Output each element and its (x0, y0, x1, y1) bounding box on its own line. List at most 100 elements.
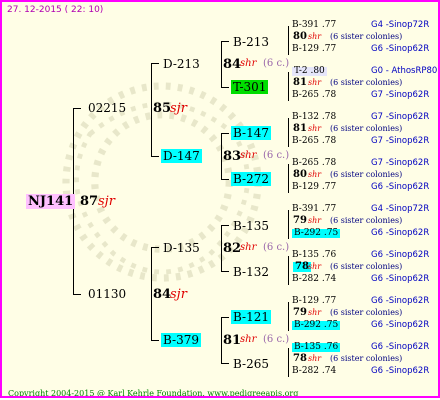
gen4-breed: shr (308, 262, 322, 271)
gen4-breed: shr (308, 32, 322, 41)
gen4-sister-count: (6 sister colonies) (330, 216, 403, 225)
gen4-bottom-queen[interactable]: B-129 .77 (292, 45, 336, 54)
gen4-top-queen[interactable]: B-135 .76 (292, 343, 341, 352)
gen4-top-origin: G7 -Sinop62R (371, 158, 430, 168)
gen2-year: 84 (223, 57, 242, 72)
gen4-top-origin: G6 -Sinop62R (371, 342, 430, 352)
root-queen-id[interactable]: NJ141 (26, 194, 76, 209)
gen2-year: 81 (223, 333, 242, 348)
root-year: 87 (80, 194, 99, 209)
date-stamp: 27. 12-2015 ( 22: 10) (7, 5, 104, 15)
gen2-sister-count: (6 c.) (263, 58, 290, 69)
gen4-sister-count: (6 sister colonies) (330, 32, 403, 41)
gen4-top-origin: G7 -Sinop62R (371, 112, 430, 122)
gen4-bottom-origin: G6 -Sinop62R (371, 228, 430, 238)
connector-line (73, 108, 81, 109)
gen3-queen-id[interactable]: B-265 (233, 358, 269, 370)
gen3-queen-id[interactable]: B-121 (231, 310, 271, 324)
gen1-queen-id[interactable]: 01130 (88, 288, 126, 300)
gen4-top-queen[interactable]: B-391 .77 (292, 21, 336, 30)
connector-line (151, 63, 159, 64)
gen2-breed: shr (240, 242, 257, 253)
gen4-bottom-queen[interactable]: B-292 .75 (292, 229, 341, 238)
gen3-queen-id[interactable]: B-147 (231, 126, 271, 140)
gen4-bottom-queen[interactable]: B-265 .78 (292, 91, 336, 100)
gen3-queen-id[interactable]: B-135 (233, 220, 269, 232)
connector-line (151, 156, 159, 157)
connector-line (221, 225, 222, 271)
gen2-sister-count: (6 c.) (263, 150, 290, 161)
connector-line (221, 225, 229, 226)
connector-line (288, 26, 289, 55)
connector-line (151, 247, 152, 340)
gen4-sister-count: (6 sister colonies) (330, 170, 403, 179)
gen1-breed: sjr (170, 287, 187, 302)
root-breed: sjr (98, 194, 115, 209)
gen4-top-queen[interactable]: B-391 .77 (292, 205, 336, 214)
gen4-sister-count: (6 sister colonies) (330, 354, 403, 363)
gen4-sister-count: (6 sister colonies) (330, 308, 403, 317)
gen1-year: 85 (153, 101, 172, 116)
copyright-footer: Copyright 2004-2015 @ Karl Kehrle Founda… (8, 389, 299, 398)
gen2-queen-id[interactable]: D-147 (161, 149, 202, 163)
gen1-breed: sjr (170, 101, 187, 116)
connector-line (221, 179, 229, 180)
gen4-top-queen[interactable]: B-132 .78 (292, 113, 336, 122)
gen4-top-origin: G0 - AthosRP80R (371, 66, 440, 76)
gen4-top-origin: G4 -Sinop72R (371, 20, 430, 30)
gen4-top-queen[interactable]: T-2 .80 (292, 67, 327, 76)
connector-line (288, 118, 289, 147)
connector-line (288, 302, 289, 331)
gen2-queen-id[interactable]: B-379 (161, 333, 201, 347)
connector-line (221, 317, 229, 318)
gen2-sister-count: (6 c.) (263, 242, 290, 253)
gen1-queen-id[interactable]: 02215 (88, 102, 126, 114)
connector-line (221, 41, 229, 42)
connector-line (221, 41, 222, 87)
gen2-sister-count: (6 c.) (263, 334, 290, 345)
gen4-breed: shr (308, 78, 322, 87)
gen3-queen-id[interactable]: B-272 (231, 172, 271, 186)
gen4-breed: shr (308, 170, 322, 179)
gen4-bottom-queen[interactable]: B-292 .75 (292, 321, 341, 330)
gen4-bottom-queen[interactable]: B-265 .78 (292, 137, 336, 146)
gen4-sister-count: (6 sister colonies) (330, 78, 403, 87)
connector-line (221, 363, 229, 364)
gen4-year: 80 (293, 169, 307, 180)
gen4-year: 81 (293, 123, 307, 134)
gen4-bottom-origin: G6 -Sinop62R (371, 274, 430, 284)
gen4-bottom-origin: G7 -Sinop62R (371, 90, 430, 100)
connector-line (151, 63, 152, 156)
gen1-year: 84 (153, 287, 172, 302)
gen4-year: 79 (293, 307, 307, 318)
gen4-bottom-queen[interactable]: B-282 .74 (292, 275, 336, 284)
gen4-top-queen[interactable]: B-135 .76 (292, 251, 336, 260)
gen4-bottom-origin: G6 -Sinop62R (371, 182, 430, 192)
connector-line (151, 340, 159, 341)
gen4-bottom-queen[interactable]: B-129 .77 (292, 183, 336, 192)
gen4-bottom-origin: G6 -Sinop62R (371, 320, 430, 330)
gen2-queen-id[interactable]: D-213 (163, 58, 200, 70)
gen3-queen-id[interactable]: B-132 (233, 266, 269, 278)
gen2-breed: shr (240, 334, 257, 345)
gen2-year: 83 (223, 149, 242, 164)
connector-line (73, 294, 81, 295)
gen4-sister-count: (6 sister colonies) (330, 262, 403, 271)
connector-line (288, 256, 289, 285)
gen4-bottom-queen[interactable]: B-282 .74 (292, 367, 336, 376)
gen3-queen-id[interactable]: T-301 (231, 80, 269, 94)
gen4-top-origin: G4 -Sinop72R (371, 204, 430, 214)
gen4-year: 80 (293, 31, 307, 42)
gen4-breed: shr (308, 124, 322, 133)
gen4-top-queen[interactable]: B-129 .77 (292, 297, 336, 306)
connector-line (288, 210, 289, 239)
gen4-breed: shr (308, 216, 322, 225)
connector-line (288, 72, 289, 101)
gen4-year: 79 (293, 215, 307, 226)
gen4-top-queen[interactable]: B-265 .78 (292, 159, 336, 168)
gen2-queen-id[interactable]: D-135 (163, 242, 200, 254)
gen4-bottom-origin: G6 -Sinop62R (371, 366, 430, 376)
gen2-breed: shr (240, 58, 257, 69)
gen4-sister-count: (6 sister colonies) (330, 124, 403, 133)
gen3-queen-id[interactable]: B-213 (233, 36, 269, 48)
